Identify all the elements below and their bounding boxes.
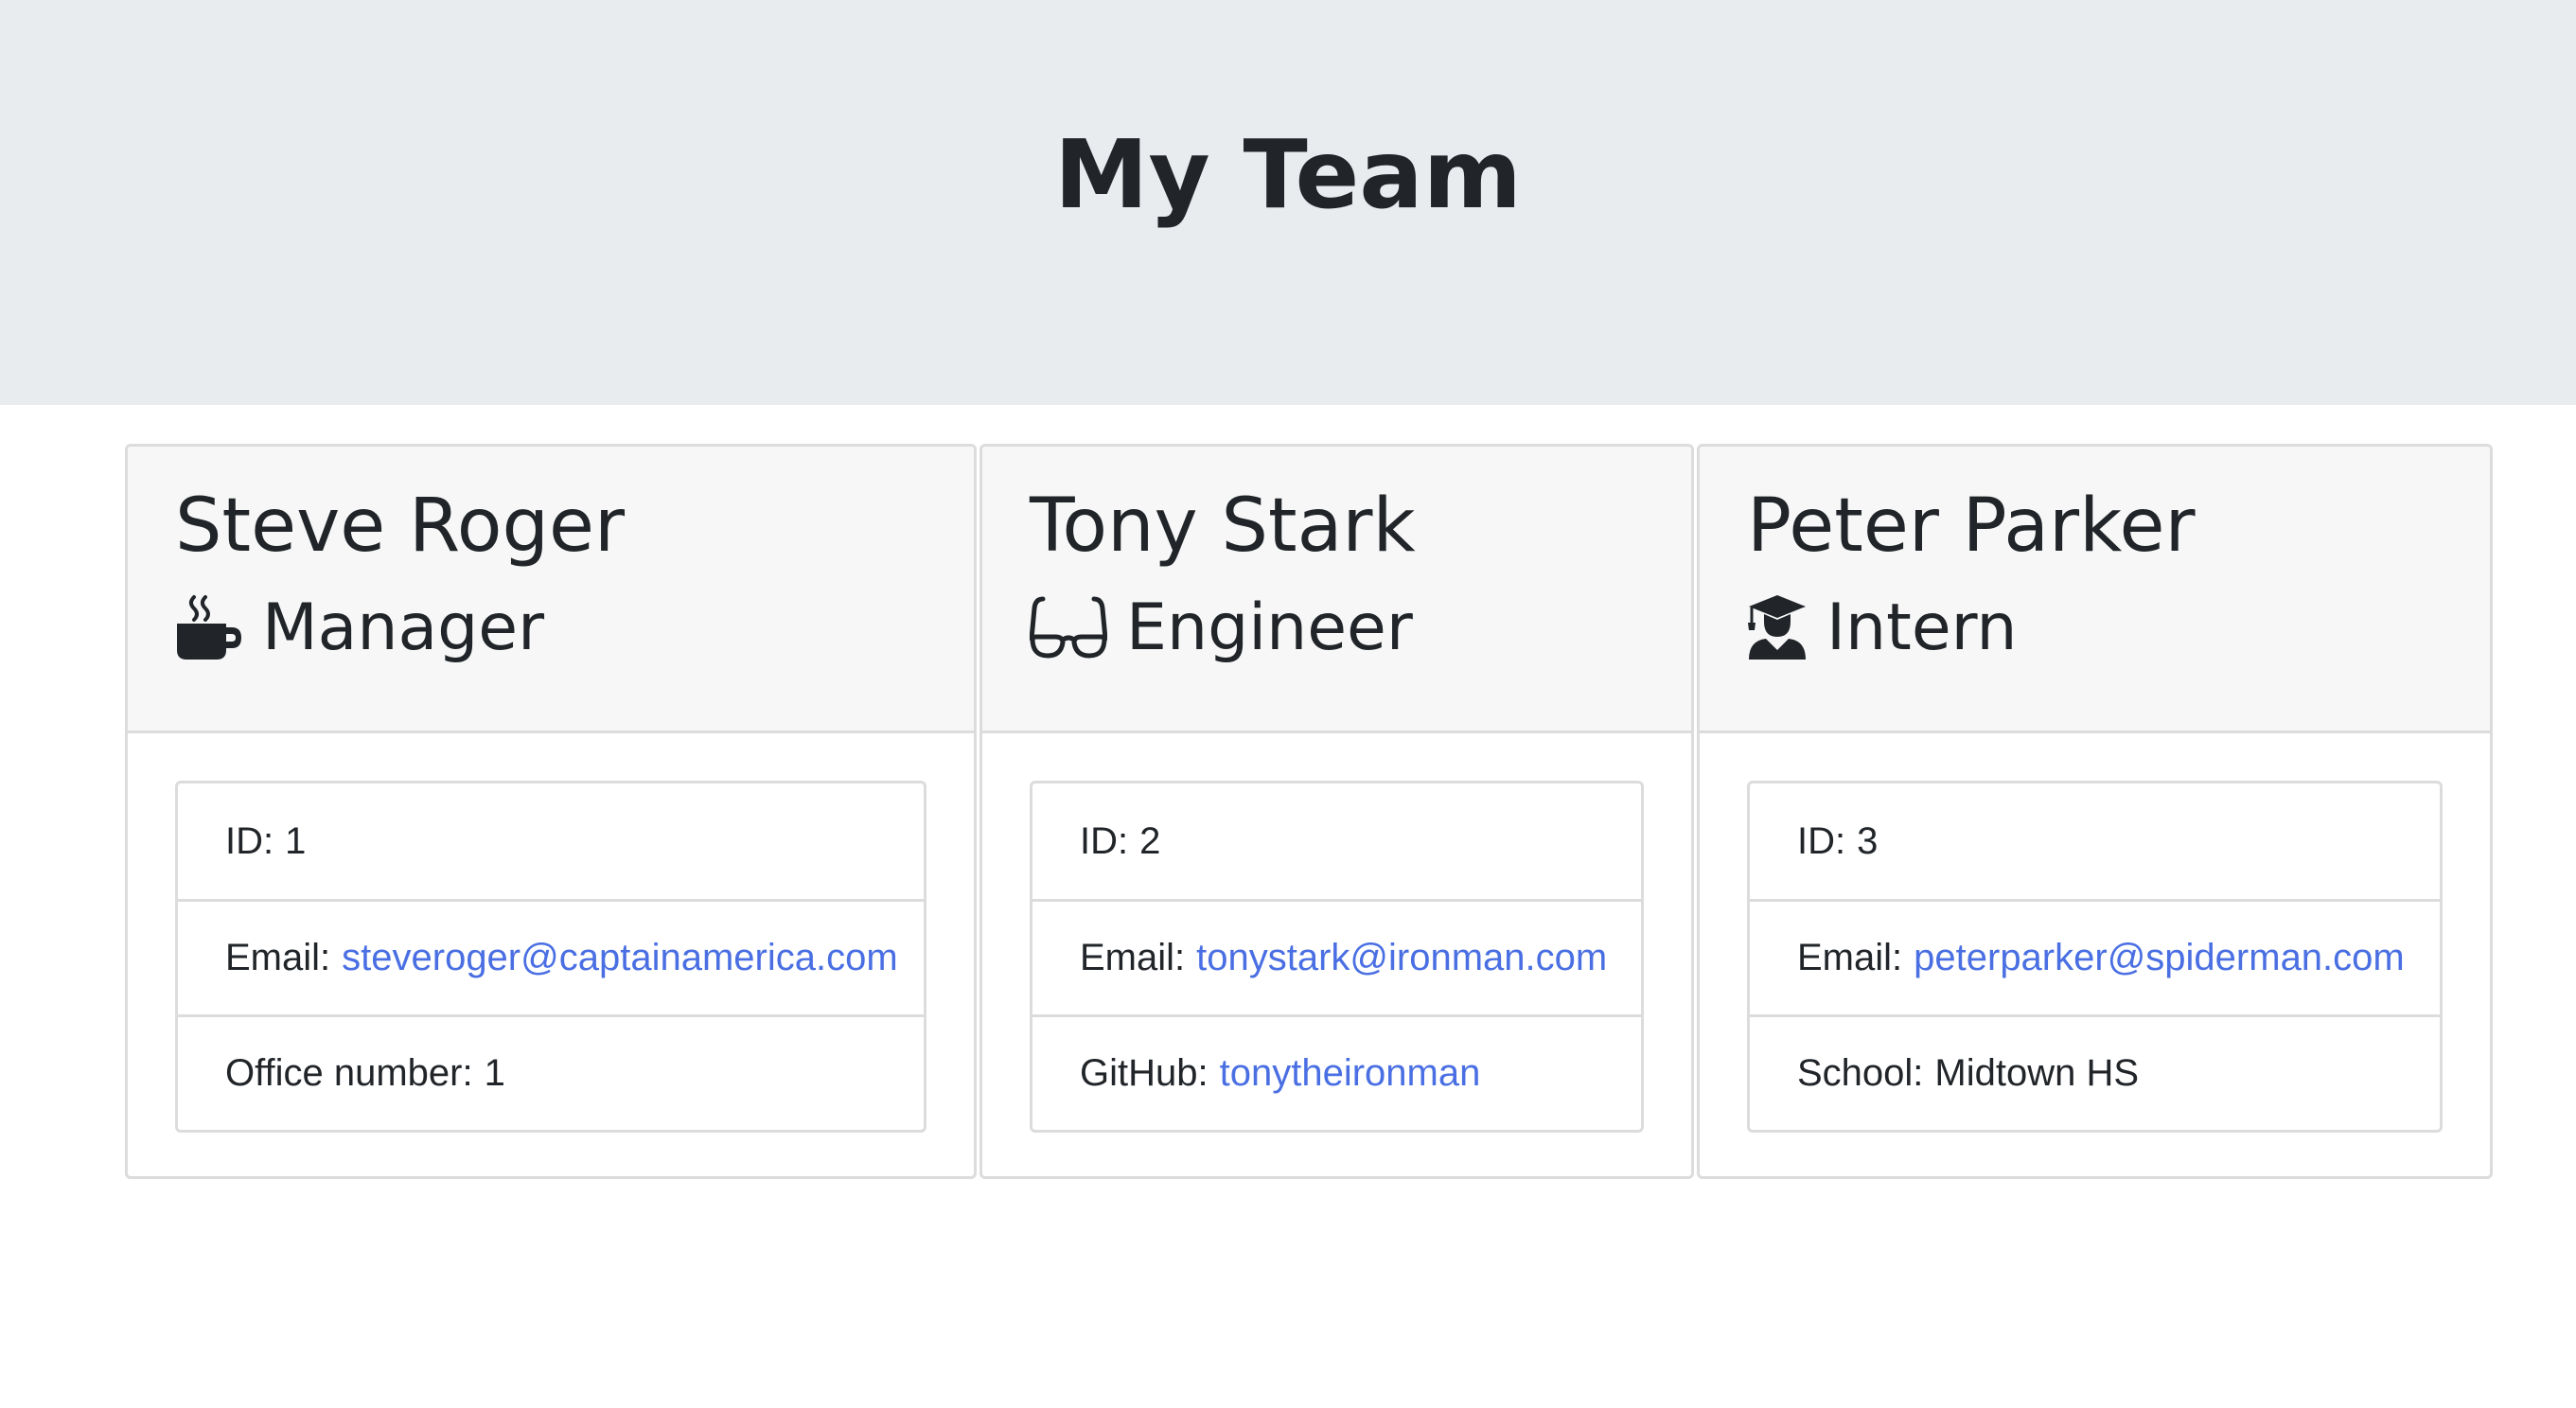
email-label: Email: [225,937,331,978]
coffee-mug-icon [175,593,243,661]
list-item-school: School: Midtown HS [1750,1014,2440,1130]
id-label: ID: [1080,819,1129,862]
email-label: Email: [1080,937,1186,978]
email-label: Email: [1797,937,1903,978]
employee-name: Tony Stark [1030,484,1416,569]
card-body: ID: 3 Email: peterparker@spiderman.com S… [1700,733,2490,1133]
school-value: Midtown HS [1934,1052,2140,1094]
employee-role: Manager [175,590,974,665]
employee-card-manager: Steve Roger Manager ID: 1 Email: stevero… [125,444,977,1179]
employee-card-engineer: Tony Stark Engineer ID: 2 Email: tonysta… [979,444,1694,1179]
office-number-value: 1 [484,1052,505,1094]
employee-details-list: ID: 3 Email: peterparker@spiderman.com S… [1747,781,2443,1133]
glasses-icon [1030,593,1107,661]
list-item-office-number: Office number: 1 [178,1014,924,1130]
list-item-email: Email: peterparker@spiderman.com [1750,899,2440,1014]
list-item-email: Email: steveroger@captainamerica.com [178,899,924,1014]
employee-details-list: ID: 2 Email: tonystark@ironman.com GitHu… [1030,781,1644,1133]
id-value: 3 [1857,819,1879,862]
id-value: 1 [285,819,307,862]
card-header: Peter Parker Intern [1700,447,2490,733]
employee-name: Peter Parker [1747,484,2196,569]
card-body: ID: 1 Email: steveroger@captainamerica.c… [128,733,974,1133]
office-number-label: Office number: [225,1052,473,1094]
github-label: GitHub: [1080,1052,1209,1094]
card-body: ID: 2 Email: tonystark@ironman.com GitHu… [982,733,1691,1133]
list-item-id: ID: 1 [178,783,924,899]
school-label: School: [1797,1052,1924,1094]
email-link[interactable]: steveroger@captainamerica.com [342,937,898,979]
card-header: Steve Roger Manager [128,447,974,733]
role-label: Engineer [1126,590,1413,665]
employee-role: Engineer [1030,590,1691,665]
github-link[interactable]: tonytheironman [1220,1052,1481,1095]
email-link[interactable]: tonystark@ironman.com [1196,937,1607,979]
list-item-github: GitHub: tonytheironman [1032,1014,1641,1130]
list-item-id: ID: 3 [1750,783,2440,899]
employee-role: Intern [1747,590,2490,665]
team-cards: Steve Roger Manager ID: 1 Email: stevero… [125,444,2493,1179]
page-header: My Team [0,0,2576,405]
id-label: ID: [1797,819,1846,862]
page-title: My Team [1054,118,1522,230]
role-label: Manager [262,590,545,665]
list-item-id: ID: 2 [1032,783,1641,899]
employee-details-list: ID: 1 Email: steveroger@captainamerica.c… [175,781,926,1133]
employee-name: Steve Roger [175,484,626,569]
list-item-email: Email: tonystark@ironman.com [1032,899,1641,1014]
id-label: ID: [225,819,274,862]
card-header: Tony Stark Engineer [982,447,1691,733]
id-value: 2 [1139,819,1161,862]
graduate-icon [1747,593,1808,661]
employee-card-intern: Peter Parker Intern ID: 3 Email: peterpa… [1697,444,2493,1179]
email-link[interactable]: peterparker@spiderman.com [1914,937,2405,979]
role-label: Intern [1826,590,2018,665]
